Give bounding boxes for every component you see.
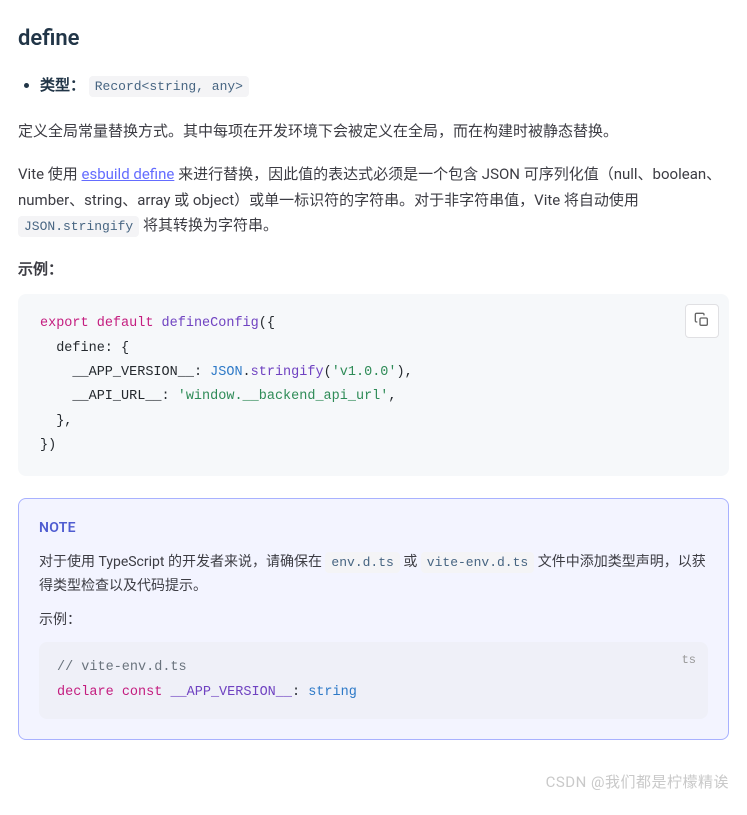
code-line-4: __API_URL__: 'window.__backend_api_url', [40, 385, 707, 409]
note-callout: NOTE 对于使用 TypeScript 的开发者来说，请确保在 env.d.t… [18, 498, 729, 740]
esbuild-define-link[interactable]: esbuild define [82, 165, 175, 183]
note-example-label: 示例： [39, 609, 708, 633]
note-p-prefix: 对于使用 TypeScript 的开发者来说，请确保在 [39, 554, 325, 570]
meta-type-item: 类型： Record<string, any> [40, 73, 729, 99]
paragraph-1: 定义全局常量替换方式。其中每项在开发环境下会被定义在全局，而在构建时被静态替换。 [18, 119, 729, 145]
code-line-2: define: { [40, 337, 707, 361]
meta-type-label: 类型： [40, 76, 85, 94]
section-title: define [18, 20, 729, 57]
json-stringify-code: JSON.stringify [18, 216, 139, 237]
note-title: NOTE [39, 517, 708, 541]
env-dts-code: env.d.ts [325, 552, 399, 573]
note-p-mid: 或 [400, 554, 421, 570]
note-paragraph: 对于使用 TypeScript 的开发者来说，请确保在 env.d.ts 或 v… [39, 551, 708, 599]
copy-button[interactable] [685, 304, 719, 338]
note-code-line-1: // vite-env.d.ts [57, 656, 690, 680]
note-codeblock: ts // vite-env.d.ts declare const __APP_… [39, 642, 708, 719]
example-label: 示例： [18, 257, 729, 283]
code-line-6: }) [40, 434, 707, 458]
vite-env-dts-code: vite-env.d.ts [421, 552, 534, 573]
watermark: CSDN @我们都是柠檬精诶 [18, 770, 729, 796]
example-codeblock: export default defineConfig({ define: { … [18, 294, 729, 476]
meta-list: 类型： Record<string, any> [18, 73, 729, 99]
paragraph-2-prefix: Vite 使用 [18, 165, 82, 183]
code-line-1: export default defineConfig({ [40, 312, 707, 336]
lang-badge: ts [682, 650, 696, 672]
code-line-3: __APP_VERSION__: JSON.stringify('v1.0.0'… [40, 361, 707, 385]
copy-icon [694, 312, 710, 331]
note-code-line-2: declare const __APP_VERSION__: string [57, 681, 690, 705]
code-line-5: }, [40, 410, 707, 434]
paragraph-2-suffix: 将其转换为字符串。 [139, 216, 278, 234]
paragraph-2: Vite 使用 esbuild define 来进行替换，因此值的表达式必须是一… [18, 162, 729, 239]
meta-type-value: Record<string, any> [89, 76, 249, 97]
